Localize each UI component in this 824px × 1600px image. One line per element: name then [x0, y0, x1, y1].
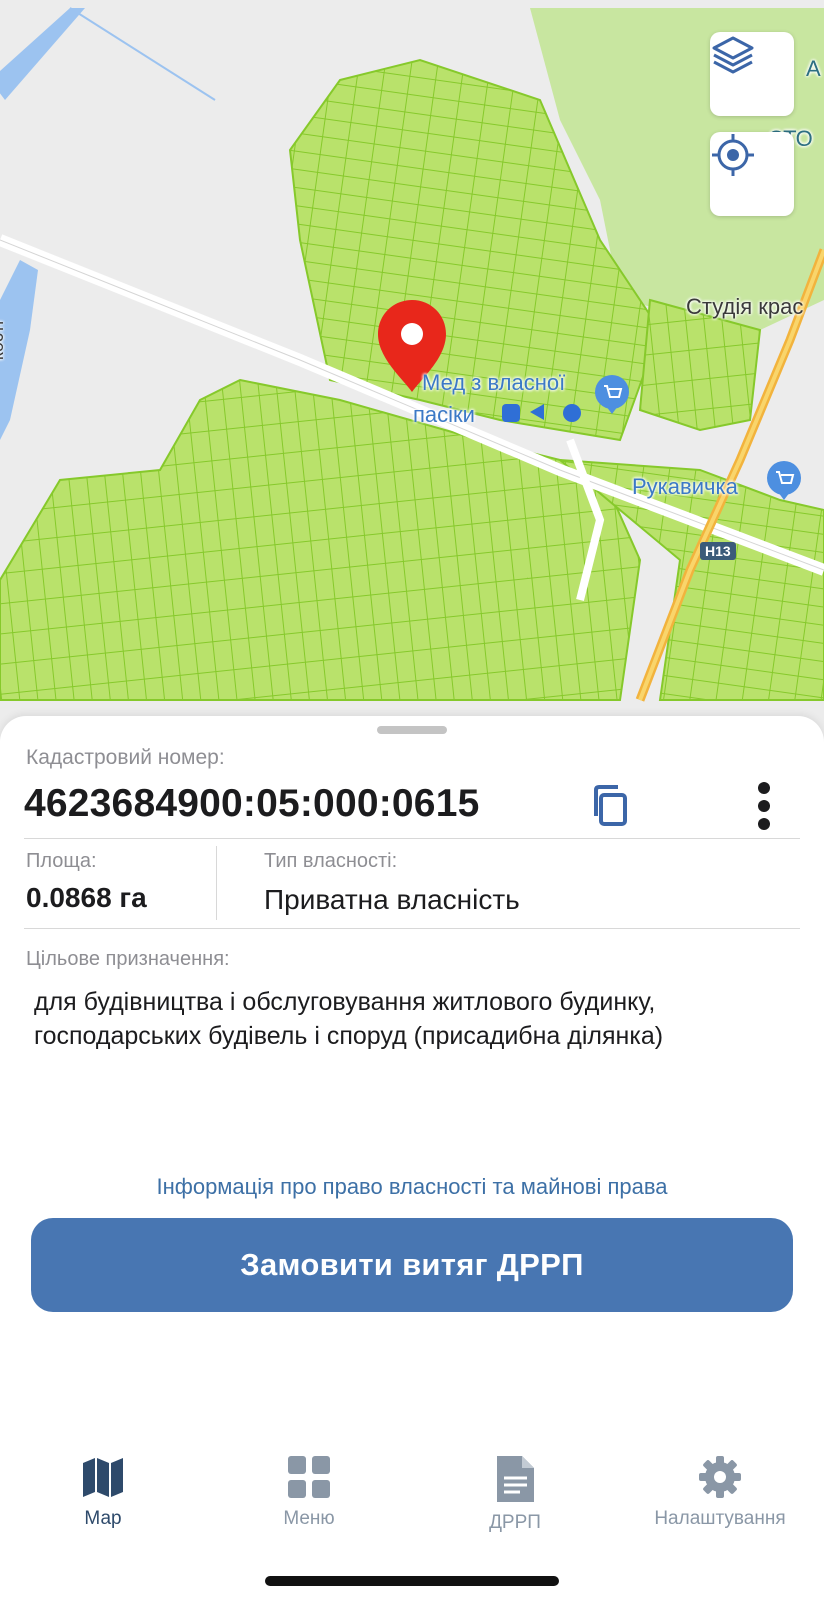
more-options-button[interactable] [750, 778, 778, 834]
gear-icon [699, 1456, 741, 1498]
map-label-a: А [806, 56, 821, 81]
order-extract-button[interactable]: Замовити витяг ДРРП [31, 1218, 793, 1312]
map-view[interactable]: А СТО Студія крас Мед з власної пасіки Р… [0, 0, 824, 760]
locate-button[interactable] [710, 132, 794, 216]
more-vertical-icon [758, 782, 770, 830]
purpose-line-2: господарських будівель і споруд (присади… [34, 1022, 664, 1050]
map-label-honey-2: пасіки [413, 402, 475, 427]
grid-icon [288, 1456, 330, 1498]
map-label-honey-1: Мед з власної [422, 370, 566, 395]
map-label-store: Рукавичка [632, 474, 738, 499]
locate-icon [712, 134, 754, 176]
tab-label: Меню [283, 1508, 335, 1529]
area-label: Площа: [26, 850, 97, 872]
tab-map[interactable]: Мар [13, 1454, 193, 1530]
divider [24, 838, 800, 839]
divider [24, 928, 800, 929]
copy-button[interactable] [588, 782, 636, 830]
road-badge: Н13 [700, 542, 736, 560]
layers-button[interactable] [710, 32, 794, 116]
map-label-street: кості [0, 320, 8, 361]
vertical-divider [216, 846, 217, 920]
tab-label: ДРРП [489, 1512, 541, 1533]
tab-drrp[interactable]: ДРРП [425, 1454, 605, 1534]
purpose-line-1: для будівництва і обслуговування житлово… [34, 988, 656, 1016]
cadastral-label: Кадастровий номер: [26, 746, 225, 769]
layers-icon [712, 36, 754, 74]
ownership-value: Приватна власність [264, 884, 520, 915]
document-icon [497, 1456, 534, 1502]
tab-label: Налаштування [654, 1508, 786, 1529]
map-label-studio: Студія крас [686, 294, 804, 319]
tab-label: Мар [84, 1508, 122, 1529]
purpose-label: Цільове призначення: [26, 948, 230, 970]
ownership-rights-link[interactable]: Інформація про право власності та майнов… [0, 1174, 824, 1200]
sheet-drag-handle[interactable] [377, 726, 447, 734]
copy-icon [594, 785, 627, 826]
cadastral-number: 4623684900:05:000:0615 [24, 782, 480, 825]
tab-settings[interactable]: Налаштування [630, 1454, 810, 1530]
home-indicator [265, 1576, 559, 1586]
ownership-label: Тип власності: [264, 850, 398, 872]
map-icon [83, 1458, 123, 1497]
tab-menu[interactable]: Меню [219, 1454, 399, 1530]
bottom-tab-bar: Мар Меню ДРРП Налаштування [0, 1440, 824, 1600]
parcel-info-sheet: Кадастровий номер: 4623684900:05:000:061… [0, 716, 824, 1440]
map-canvas[interactable] [0, 0, 824, 760]
area-value: 0.0868 га [26, 882, 147, 913]
